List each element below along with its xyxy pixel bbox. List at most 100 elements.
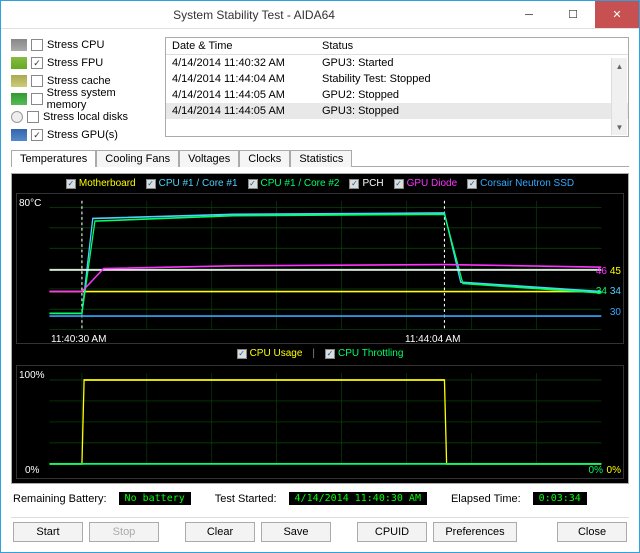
legend-item: Motherboard xyxy=(66,178,136,189)
stress-label: Stress GPU(s) xyxy=(47,129,118,141)
clear-button[interactable]: Clear xyxy=(185,522,255,542)
log-status: GPU3: Stopped xyxy=(316,103,628,119)
cpu-icon xyxy=(11,39,27,51)
log-datetime: 4/14/2014 11:44:05 AM xyxy=(166,87,316,103)
stress-checkbox[interactable] xyxy=(31,129,43,141)
legend-checkbox[interactable] xyxy=(237,349,247,359)
chart-area: Motherboard CPU #1 / Core #1 CPU #1 / Core… xyxy=(11,173,629,484)
usage-legend: CPU Usage | CPU Throttling xyxy=(16,348,624,359)
stress-label: Stress system memory xyxy=(47,87,157,111)
legend-label: PCH xyxy=(362,178,383,189)
stress-label: Stress cache xyxy=(47,75,111,87)
started-label: Test Started: xyxy=(215,493,277,505)
log-status: GPU3: Started xyxy=(316,55,628,71)
battery-label: Remaining Battery: xyxy=(13,493,107,505)
stop-button[interactable]: Stop xyxy=(89,522,159,542)
legend-item: GPU Diode xyxy=(394,178,458,189)
stress-checkbox[interactable] xyxy=(27,111,39,123)
event-log: Date & Time Status 4/14/2014 11:40:32 AM… xyxy=(165,37,629,137)
stress-label: Stress FPU xyxy=(47,57,103,69)
temp-tend-label: 11:44:04 AM xyxy=(405,334,460,345)
temp-r2: 46 xyxy=(596,266,607,277)
legend-item: Corsair Neutron SSD xyxy=(467,178,574,189)
legend-item: PCH xyxy=(349,178,383,189)
legend-checkbox[interactable] xyxy=(66,179,76,189)
top-row: Stress CPUStress FPUStress cacheStress s… xyxy=(11,37,629,143)
legend-label: Corsair Neutron SSD xyxy=(480,178,574,189)
legend-label: CPU #1 / Core #1 xyxy=(159,178,238,189)
legend-label: Motherboard xyxy=(79,178,136,189)
titlebar: System Stability Test - AIDA64 ─ ☐ ✕ xyxy=(1,1,639,29)
status-bar: Remaining Battery: No battery Test Start… xyxy=(11,490,629,511)
tab-bar: TemperaturesCooling FansVoltagesClocksSt… xyxy=(11,149,629,167)
close-window-button[interactable]: ✕ xyxy=(595,1,639,28)
disk-icon xyxy=(11,111,23,123)
stress-checkbox[interactable] xyxy=(31,93,43,105)
stress-checkbox[interactable] xyxy=(31,75,43,87)
stress-item-mem: Stress system memory xyxy=(11,91,157,107)
legend-item: CPU #1 / Core #2 xyxy=(248,178,340,189)
stress-checkbox[interactable] xyxy=(31,39,43,51)
temp-r5: 30 xyxy=(610,307,621,318)
legend-checkbox[interactable] xyxy=(349,179,359,189)
log-row[interactable]: 4/14/2014 11:44:04 AMStability Test: Sto… xyxy=(166,71,628,87)
usage-chart-svg xyxy=(17,366,623,478)
log-row[interactable]: 4/14/2014 11:40:32 AMGPU3: Started xyxy=(166,55,628,71)
legend-item: CPU Throttling xyxy=(325,348,403,359)
temp-r4: 34 xyxy=(596,286,607,297)
log-scrollbar[interactable]: ▲ ▼ xyxy=(611,58,627,135)
tab-voltages[interactable]: Voltages xyxy=(179,150,239,167)
stress-checkbox[interactable] xyxy=(31,57,43,69)
usage-ymax-label: 100% xyxy=(19,370,45,381)
log-header: Date & Time Status xyxy=(166,38,628,55)
log-header-datetime[interactable]: Date & Time xyxy=(166,38,316,54)
temperature-chart: 80°C 11:40:30 AM 11:44:04 AM 45 46 34 34… xyxy=(16,193,624,344)
elapsed-value: 0:03:34 xyxy=(533,492,587,505)
legend-label: GPU Diode xyxy=(407,178,458,189)
close-button[interactable]: Close xyxy=(557,522,627,542)
legend-checkbox[interactable] xyxy=(394,179,404,189)
save-button[interactable]: Save xyxy=(261,522,331,542)
temp-ymax-label: 80°C xyxy=(19,198,41,209)
start-button[interactable]: Start xyxy=(13,522,83,542)
window-buttons: ─ ☐ ✕ xyxy=(507,1,639,28)
maximize-button[interactable]: ☐ xyxy=(551,1,595,28)
app-window: System Stability Test - AIDA64 ─ ☐ ✕ Str… xyxy=(0,0,640,553)
log-row[interactable]: 4/14/2014 11:44:05 AMGPU3: Stopped xyxy=(166,103,628,119)
scroll-up-icon[interactable]: ▲ xyxy=(612,58,627,74)
legend-checkbox[interactable] xyxy=(248,179,258,189)
legend-separator: | xyxy=(312,348,315,359)
stress-label: Stress local disks xyxy=(43,111,128,123)
stress-label: Stress CPU xyxy=(47,39,104,51)
content-area: Stress CPUStress FPUStress cacheStress s… xyxy=(1,29,639,552)
log-rows[interactable]: 4/14/2014 11:40:32 AMGPU3: Started4/14/2… xyxy=(166,55,628,133)
log-row[interactable]: 4/14/2014 11:44:05 AMGPU2: Stopped xyxy=(166,87,628,103)
scroll-down-icon[interactable]: ▼ xyxy=(612,119,627,135)
tab-temperatures[interactable]: Temperatures xyxy=(11,150,96,167)
usage-r1: 0% xyxy=(607,465,621,476)
temperature-legend: Motherboard CPU #1 / Core #1 CPU #1 / Core… xyxy=(16,178,624,189)
usage-r2: 0% xyxy=(589,465,603,476)
legend-item: CPU Usage xyxy=(237,348,303,359)
legend-checkbox[interactable] xyxy=(467,179,477,189)
usage-ymin-label: 0% xyxy=(25,465,39,476)
preferences-button[interactable]: Preferences xyxy=(433,522,517,542)
temp-r1: 45 xyxy=(610,266,621,277)
stress-item-cpu: Stress CPU xyxy=(11,37,157,53)
tab-statistics[interactable]: Statistics xyxy=(290,150,352,167)
legend-checkbox[interactable] xyxy=(146,179,156,189)
log-header-status[interactable]: Status xyxy=(316,38,628,54)
legend-label: CPU Throttling xyxy=(338,348,403,359)
log-datetime: 4/14/2014 11:44:05 AM xyxy=(166,103,316,119)
minimize-button[interactable]: ─ xyxy=(507,1,551,28)
cache-icon xyxy=(11,75,27,87)
temp-chart-svg xyxy=(17,194,623,343)
cpuid-button[interactable]: CPUID xyxy=(357,522,427,542)
legend-checkbox[interactable] xyxy=(325,349,335,359)
stress-options: Stress CPUStress FPUStress cacheStress s… xyxy=(11,37,157,143)
tab-clocks[interactable]: Clocks xyxy=(239,150,290,167)
button-row: Start Stop Clear Save CPUID Preferences … xyxy=(11,517,629,546)
elapsed-label: Elapsed Time: xyxy=(451,493,521,505)
tab-cooling-fans[interactable]: Cooling Fans xyxy=(96,150,179,167)
usage-chart: 100% 0% 0% 0% xyxy=(16,365,624,479)
